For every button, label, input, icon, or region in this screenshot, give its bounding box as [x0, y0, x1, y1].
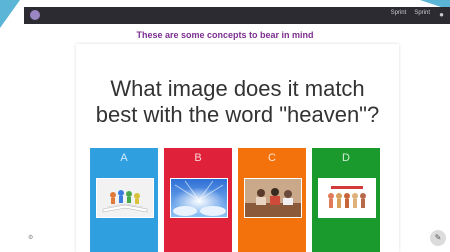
topbar-link-2[interactable]: Sprint [414, 10, 430, 16]
pencil-icon[interactable]: ✎ [430, 230, 446, 246]
option-letter-d: D [342, 152, 350, 164]
option-image-c [244, 178, 302, 218]
answer-option-c[interactable]: C [238, 148, 306, 252]
user-icon[interactable]: ● [439, 10, 444, 19]
top-navigation-bar: Sprint Sprint ● [24, 7, 450, 24]
settings-icon[interactable]: ⚙ [28, 234, 33, 241]
page-banner: These are some concepts to bear in mind [136, 30, 314, 40]
answer-option-d[interactable]: D [312, 148, 380, 252]
option-letter-c: C [268, 152, 276, 164]
app-logo-icon[interactable] [30, 10, 40, 20]
option-image-a [96, 178, 154, 218]
option-image-d [318, 178, 376, 218]
question-line-1: What image does it match [110, 76, 365, 101]
topbar-links: Sprint Sprint [391, 10, 430, 16]
question-text: What image does it match best with the w… [76, 76, 399, 128]
question-card: What image does it match best with the w… [76, 44, 399, 252]
option-letter-a: A [120, 152, 128, 164]
decorative-corner-left [0, 0, 20, 28]
topbar-link-1[interactable]: Sprint [391, 10, 407, 16]
answer-option-a[interactable]: A [90, 148, 158, 252]
answer-option-b[interactable]: B [164, 148, 232, 252]
option-letter-b: B [194, 152, 202, 164]
option-image-b [170, 178, 228, 218]
question-line-2: best with the word "heaven"? [95, 102, 380, 127]
